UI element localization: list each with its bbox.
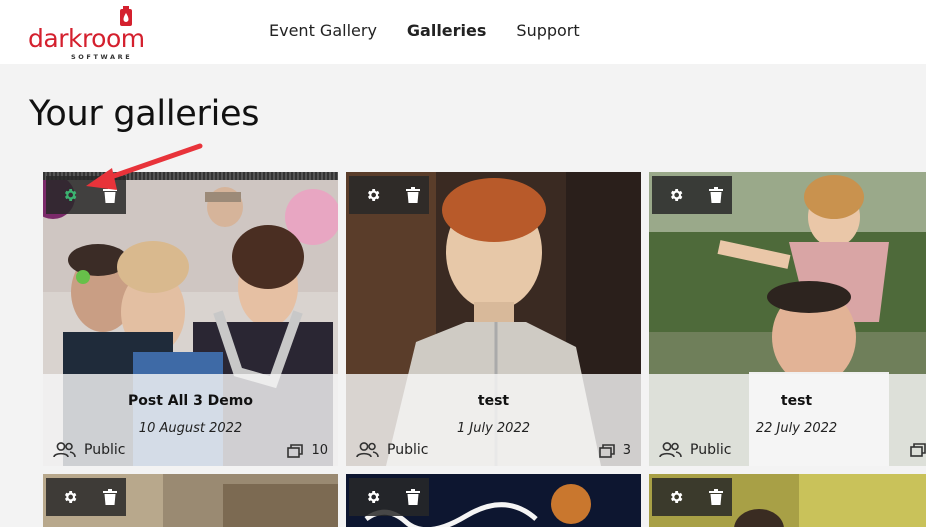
gallery-card[interactable]: Post All 3 Demo 10 August 2022 Public 10	[43, 172, 338, 466]
darkroom-logo[interactable]: darkroom SOFTWARE	[28, 6, 148, 61]
card-toolbar	[46, 478, 126, 516]
delete-button[interactable]	[100, 185, 120, 205]
visibility-label: Public	[84, 442, 126, 458]
photo-count	[910, 443, 926, 457]
photos-icon	[910, 443, 926, 457]
settings-button[interactable]	[60, 487, 80, 507]
delete-button[interactable]	[403, 185, 423, 205]
gallery-date: 22 July 2022	[755, 421, 838, 436]
brand-tagline: SOFTWARE	[71, 53, 133, 61]
gear-icon	[671, 491, 683, 503]
delete-button[interactable]	[706, 185, 726, 205]
visibility-label: Public	[387, 442, 429, 458]
delete-button[interactable]	[706, 487, 726, 507]
delete-button[interactable]	[100, 487, 120, 507]
gallery-info: test 1 July 2022 Public 3	[346, 374, 641, 466]
trash-icon	[709, 489, 723, 505]
nav-galleries[interactable]: Galleries	[407, 21, 487, 40]
gallery-date: 1 July 2022	[457, 421, 530, 436]
photo-count: 3	[598, 443, 631, 458]
people-icon	[356, 442, 379, 458]
bottle-icon	[120, 6, 132, 26]
photos-icon	[598, 443, 615, 458]
trash-icon	[406, 187, 420, 203]
gear-icon	[65, 189, 77, 201]
main-nav: Event Gallery Galleries Support	[269, 21, 580, 40]
settings-button[interactable]	[60, 185, 80, 205]
nav-event-gallery[interactable]: Event Gallery	[269, 21, 377, 40]
gallery-card[interactable]: test 22 July 2022 Public	[649, 172, 926, 466]
card-toolbar	[46, 176, 126, 214]
gallery-card[interactable]	[43, 474, 338, 527]
gear-icon	[65, 491, 77, 503]
photo-count-value: 10	[311, 443, 328, 458]
card-toolbar	[652, 176, 732, 214]
gallery-visibility: Public	[52, 442, 125, 458]
gallery-card[interactable]	[649, 474, 926, 527]
trash-icon	[709, 187, 723, 203]
settings-button[interactable]	[363, 487, 383, 507]
settings-button[interactable]	[666, 185, 686, 205]
gear-icon	[671, 189, 683, 201]
gear-icon	[368, 189, 380, 201]
trash-icon	[103, 489, 117, 505]
trash-icon	[103, 187, 117, 203]
card-toolbar	[652, 478, 732, 516]
gallery-date: 10 August 2022	[138, 421, 243, 436]
gallery-name: test	[780, 393, 813, 409]
nav-support[interactable]: Support	[516, 21, 579, 40]
gear-icon	[368, 491, 380, 503]
trash-icon	[406, 489, 420, 505]
gallery-visibility: Public	[355, 442, 428, 458]
settings-button[interactable]	[666, 487, 686, 507]
photos-icon	[287, 443, 304, 458]
gallery-card[interactable]: test 1 July 2022 Public 3	[346, 172, 641, 466]
gallery-card[interactable]	[346, 474, 641, 527]
photo-count-value: 3	[622, 443, 631, 458]
card-toolbar	[349, 478, 429, 516]
gallery-name: test	[477, 393, 510, 409]
people-icon	[659, 442, 682, 458]
visibility-label: Public	[690, 442, 732, 458]
delete-button[interactable]	[403, 487, 423, 507]
gallery-visibility: Public	[658, 442, 731, 458]
page-title: Your galleries	[29, 94, 260, 134]
gallery-name: Post All 3 Demo	[127, 393, 254, 409]
settings-button[interactable]	[363, 185, 383, 205]
brand-name: darkroom	[28, 24, 145, 53]
site-header: darkroom SOFTWARE Event Gallery Gallerie…	[0, 0, 926, 64]
gallery-info: Post All 3 Demo 10 August 2022 Public 10	[43, 374, 338, 466]
photo-count: 10	[287, 443, 328, 458]
gallery-info: test 22 July 2022 Public	[649, 374, 926, 466]
card-toolbar	[349, 176, 429, 214]
people-icon	[53, 442, 76, 458]
